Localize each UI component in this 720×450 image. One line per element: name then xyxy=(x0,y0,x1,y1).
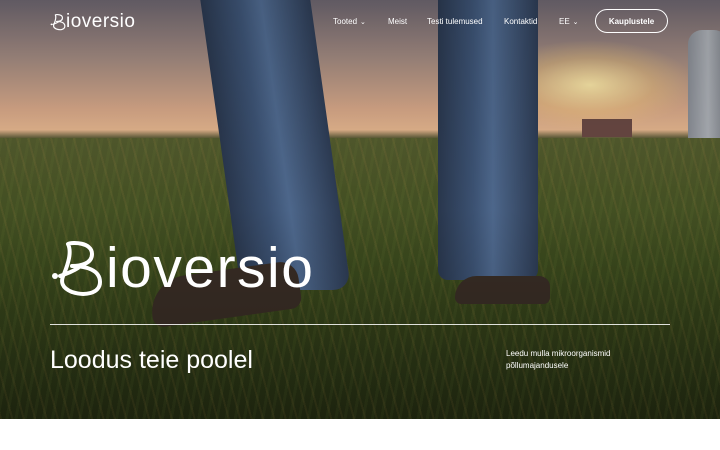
nav-item-label: Tooted xyxy=(333,17,358,26)
nav-item-label: Kontaktid xyxy=(504,17,538,26)
hero-subtext: Leedu mulla mikroorganismid põllumajandu… xyxy=(506,349,611,370)
chevron-down-icon: ⌄ xyxy=(572,19,579,26)
nav-item-kontaktid[interactable]: Kontaktid xyxy=(504,16,537,28)
nav-item-label: Meist xyxy=(388,17,408,26)
language-selector[interactable]: EE ⌄ xyxy=(559,16,579,29)
hero-logo-text: ioversio xyxy=(106,236,315,300)
shop-button[interactable]: Kauplustele xyxy=(595,9,668,33)
hero-logo: ioversio xyxy=(50,238,314,298)
nav-item-meist[interactable]: Meist xyxy=(388,16,407,28)
page-content-area xyxy=(0,419,720,450)
language-label: EE xyxy=(559,17,570,26)
chevron-down-icon: ⌄ xyxy=(360,19,366,26)
nav-item-testi-tulemused[interactable]: Testi tulemused xyxy=(427,16,483,28)
nav-item-label: Testi tulemused xyxy=(427,17,483,26)
hero-tagline: Loodus teie poolel xyxy=(50,346,253,374)
hero-divider xyxy=(50,324,670,325)
nav-item-tooted[interactable]: Tooted ⌄ xyxy=(333,16,366,29)
hero-section: ioversio Tooted ⌄ Meist Testi tulemused K… xyxy=(0,0,720,419)
logo-mark-icon xyxy=(52,241,102,296)
